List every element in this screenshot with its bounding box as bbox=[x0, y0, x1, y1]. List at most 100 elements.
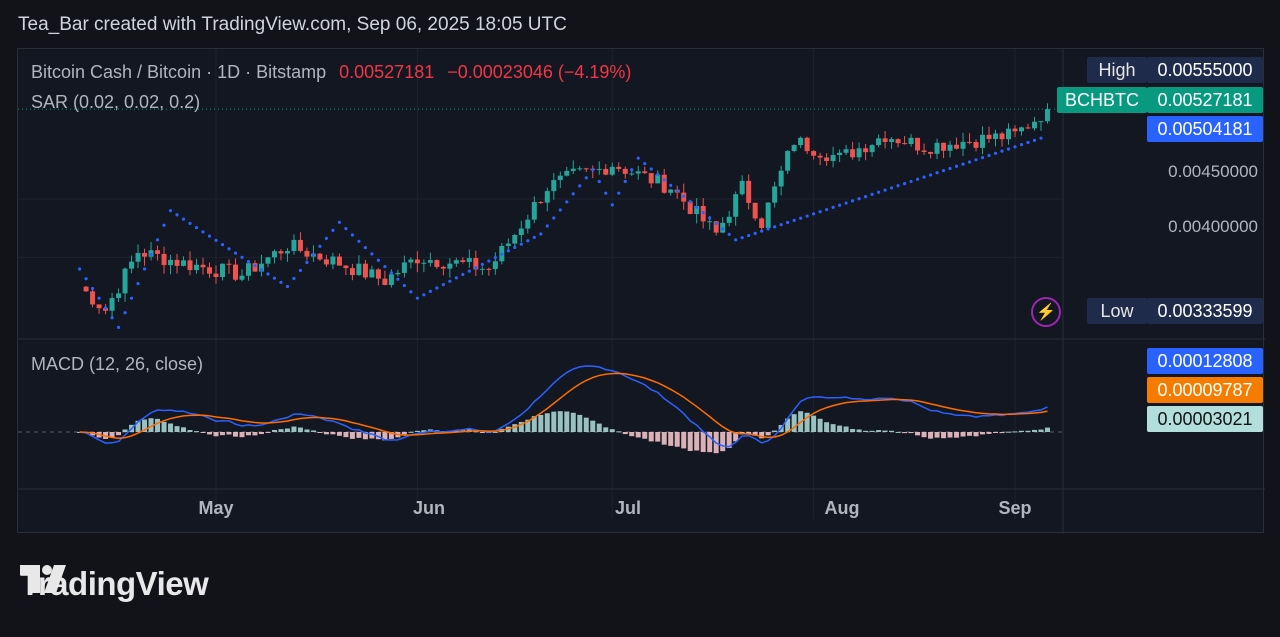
sar-dot bbox=[915, 177, 920, 181]
sar-dot bbox=[149, 252, 153, 257]
macd-histogram-bar bbox=[245, 432, 251, 436]
macd-histogram-bar bbox=[616, 431, 622, 433]
sar-dot bbox=[805, 214, 809, 218]
sar-dot bbox=[227, 247, 231, 251]
price-change-label: −0.00023046 (−4.19%) bbox=[447, 62, 632, 82]
sar-dot bbox=[207, 234, 212, 238]
macd-label: MACD (12, 26, close) bbox=[31, 354, 204, 374]
macd-histogram-bar bbox=[668, 432, 674, 446]
macd-histogram-bar bbox=[200, 432, 206, 433]
sar-dot bbox=[773, 225, 777, 229]
sar-dot bbox=[935, 171, 939, 175]
sar-dot bbox=[669, 183, 673, 187]
macd-histogram-bar bbox=[999, 432, 1005, 434]
sar-dot bbox=[181, 217, 186, 221]
macd-histogram-bar bbox=[564, 411, 570, 432]
candle bbox=[733, 194, 739, 217]
time-axis-label: May bbox=[198, 498, 234, 518]
macd-legend: MACD (12, 26, close) bbox=[31, 354, 203, 375]
sar-dot bbox=[454, 276, 458, 280]
chart-svg bbox=[18, 49, 1265, 534]
candle bbox=[941, 142, 947, 151]
candle bbox=[616, 166, 622, 169]
macd-histogram-bar bbox=[622, 432, 628, 435]
candle bbox=[856, 148, 862, 158]
candle bbox=[122, 268, 128, 294]
sar-dot bbox=[974, 158, 978, 162]
sar-dot bbox=[656, 172, 660, 177]
candle bbox=[213, 273, 219, 277]
candle bbox=[447, 263, 453, 269]
candle bbox=[232, 264, 238, 280]
candle bbox=[622, 168, 628, 174]
sar-dot bbox=[493, 256, 497, 260]
macd-histogram-bar bbox=[226, 432, 232, 435]
macd-histogram-bar bbox=[577, 414, 583, 432]
macd-histogram-bar bbox=[1012, 431, 1018, 433]
sar-dot bbox=[142, 267, 147, 271]
macd-histogram-bar bbox=[986, 432, 992, 434]
chart-frame[interactable] bbox=[17, 48, 1265, 534]
candle bbox=[986, 134, 992, 139]
sar-dot bbox=[993, 151, 998, 155]
macd-histogram-bar bbox=[655, 432, 661, 442]
sar-dot bbox=[799, 216, 803, 220]
macd-tag-value: 0.00012808 bbox=[1147, 348, 1263, 374]
macd-histogram-bar bbox=[207, 432, 213, 435]
sar-dot bbox=[266, 272, 270, 276]
macd-histogram-bar bbox=[817, 418, 823, 432]
sar-dot bbox=[863, 194, 868, 199]
sar-dot bbox=[136, 281, 140, 286]
macd-histogram-bar bbox=[889, 430, 895, 432]
sar-dot bbox=[565, 200, 569, 204]
candle bbox=[486, 268, 492, 270]
macd-histogram-bar bbox=[869, 430, 875, 432]
candle bbox=[434, 260, 440, 267]
candle bbox=[453, 260, 459, 264]
macd-histogram-bar bbox=[856, 429, 862, 432]
macd-histogram-bar bbox=[609, 429, 615, 432]
candle bbox=[284, 251, 290, 254]
sar-dot bbox=[519, 242, 523, 246]
low-tag-value: 0.00333599 bbox=[1147, 298, 1263, 324]
histogram-tag-value: 0.00003021 bbox=[1147, 406, 1263, 432]
sar-legend: SAR (0.02, 0.02, 0.2) bbox=[31, 92, 200, 113]
candle bbox=[245, 263, 251, 276]
sar-dot bbox=[448, 279, 452, 283]
sar-dot bbox=[649, 167, 653, 171]
signal-tag-value: 0.00009787 bbox=[1147, 377, 1263, 403]
candle bbox=[778, 170, 784, 187]
alert-bolt-icon[interactable]: ⚡ bbox=[1031, 297, 1061, 327]
candle bbox=[1044, 109, 1050, 122]
macd-histogram-bar bbox=[544, 413, 550, 432]
candle bbox=[142, 252, 148, 257]
macd-histogram-bar bbox=[239, 432, 245, 438]
candle bbox=[219, 263, 225, 277]
time-axis-label: Jul bbox=[614, 498, 642, 518]
sar-dot bbox=[357, 239, 361, 243]
macd-histogram-bar bbox=[1006, 431, 1012, 433]
candle bbox=[161, 253, 167, 266]
sar-tag-value: 0.00504181 bbox=[1147, 116, 1263, 142]
sar-dot bbox=[571, 192, 575, 196]
tradingview-logo[interactable]: TradingView bbox=[20, 565, 209, 603]
sar-dot bbox=[870, 192, 874, 197]
macd-histogram-bar bbox=[258, 432, 264, 435]
macd-histogram-bar bbox=[343, 432, 349, 438]
sar-dot bbox=[370, 252, 374, 256]
candle bbox=[194, 264, 200, 271]
macd-histogram-bar bbox=[278, 429, 284, 432]
candle bbox=[362, 263, 368, 278]
macd-histogram-bar bbox=[635, 432, 641, 438]
candle bbox=[752, 202, 758, 219]
sar-dot bbox=[617, 191, 621, 195]
sar-dot bbox=[623, 179, 627, 184]
sar-dot bbox=[103, 306, 108, 310]
sar-dot bbox=[578, 184, 582, 188]
sar-dot bbox=[545, 224, 549, 228]
candle bbox=[1012, 128, 1018, 132]
candle bbox=[863, 148, 869, 153]
candle bbox=[349, 268, 355, 276]
sar-dot bbox=[461, 272, 465, 277]
candle bbox=[772, 186, 778, 203]
